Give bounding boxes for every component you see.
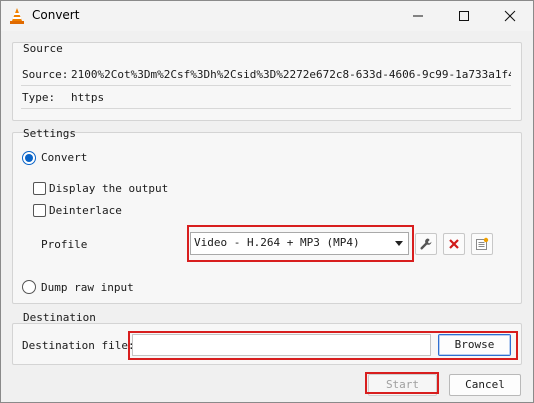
delete-x-icon <box>449 239 459 249</box>
destination-file-input[interactable] <box>132 334 431 356</box>
settings-group <box>12 132 522 304</box>
new-profile-button[interactable] <box>471 233 493 255</box>
dump-raw-radio[interactable] <box>22 280 36 294</box>
display-output-checkbox[interactable] <box>33 182 46 195</box>
vlc-cone-icon <box>10 8 24 24</box>
settings-group-label: Settings <box>23 127 76 140</box>
maximize-icon <box>459 11 469 21</box>
convert-dialog: Convert Source Source: 2100%2Cot%3Dm%2Cs… <box>0 0 534 403</box>
type-divider <box>21 108 511 109</box>
display-output-label[interactable]: Display the output <box>49 182 168 195</box>
close-button[interactable] <box>487 1 533 31</box>
convert-label[interactable]: Convert <box>41 151 87 164</box>
source-label: Source: <box>22 68 69 81</box>
destination-group-label: Destination <box>23 311 96 324</box>
close-icon <box>504 10 516 22</box>
source-group <box>12 42 522 121</box>
minimize-icon <box>413 15 423 17</box>
type-label: Type: <box>22 91 56 104</box>
type-value: https <box>71 91 105 104</box>
source-divider <box>21 85 511 86</box>
browse-button[interactable]: Browse <box>438 334 511 356</box>
source-group-label: Source <box>23 42 63 55</box>
destination-file-label: Destination file: <box>22 339 135 352</box>
chevron-down-icon <box>395 241 403 246</box>
profile-select[interactable]: Video - H.264 + MP3 (MP4) <box>190 232 409 255</box>
profile-label: Profile <box>41 238 88 251</box>
dump-raw-label[interactable]: Dump raw input <box>41 281 134 294</box>
edit-profile-button[interactable] <box>415 233 437 255</box>
delete-profile-button[interactable] <box>443 233 465 255</box>
maximize-button[interactable] <box>441 1 487 31</box>
source-value[interactable]: 2100%2Cot%3Dm%2Csf%3Dh%2Csid%3D%2272e672… <box>71 68 511 81</box>
minimize-button[interactable] <box>395 1 441 31</box>
convert-radio[interactable] <box>22 151 36 165</box>
deinterlace-label[interactable]: Deinterlace <box>49 204 122 217</box>
title-bar[interactable]: Convert <box>1 1 533 31</box>
new-profile-icon <box>476 237 489 250</box>
wrench-icon <box>420 238 432 250</box>
deinterlace-checkbox[interactable] <box>33 204 46 217</box>
start-button[interactable]: Start <box>368 374 437 396</box>
profile-select-value: Video - H.264 + MP3 (MP4) <box>194 236 360 249</box>
cancel-button[interactable]: Cancel <box>449 374 521 396</box>
window-title: Convert <box>32 8 80 22</box>
